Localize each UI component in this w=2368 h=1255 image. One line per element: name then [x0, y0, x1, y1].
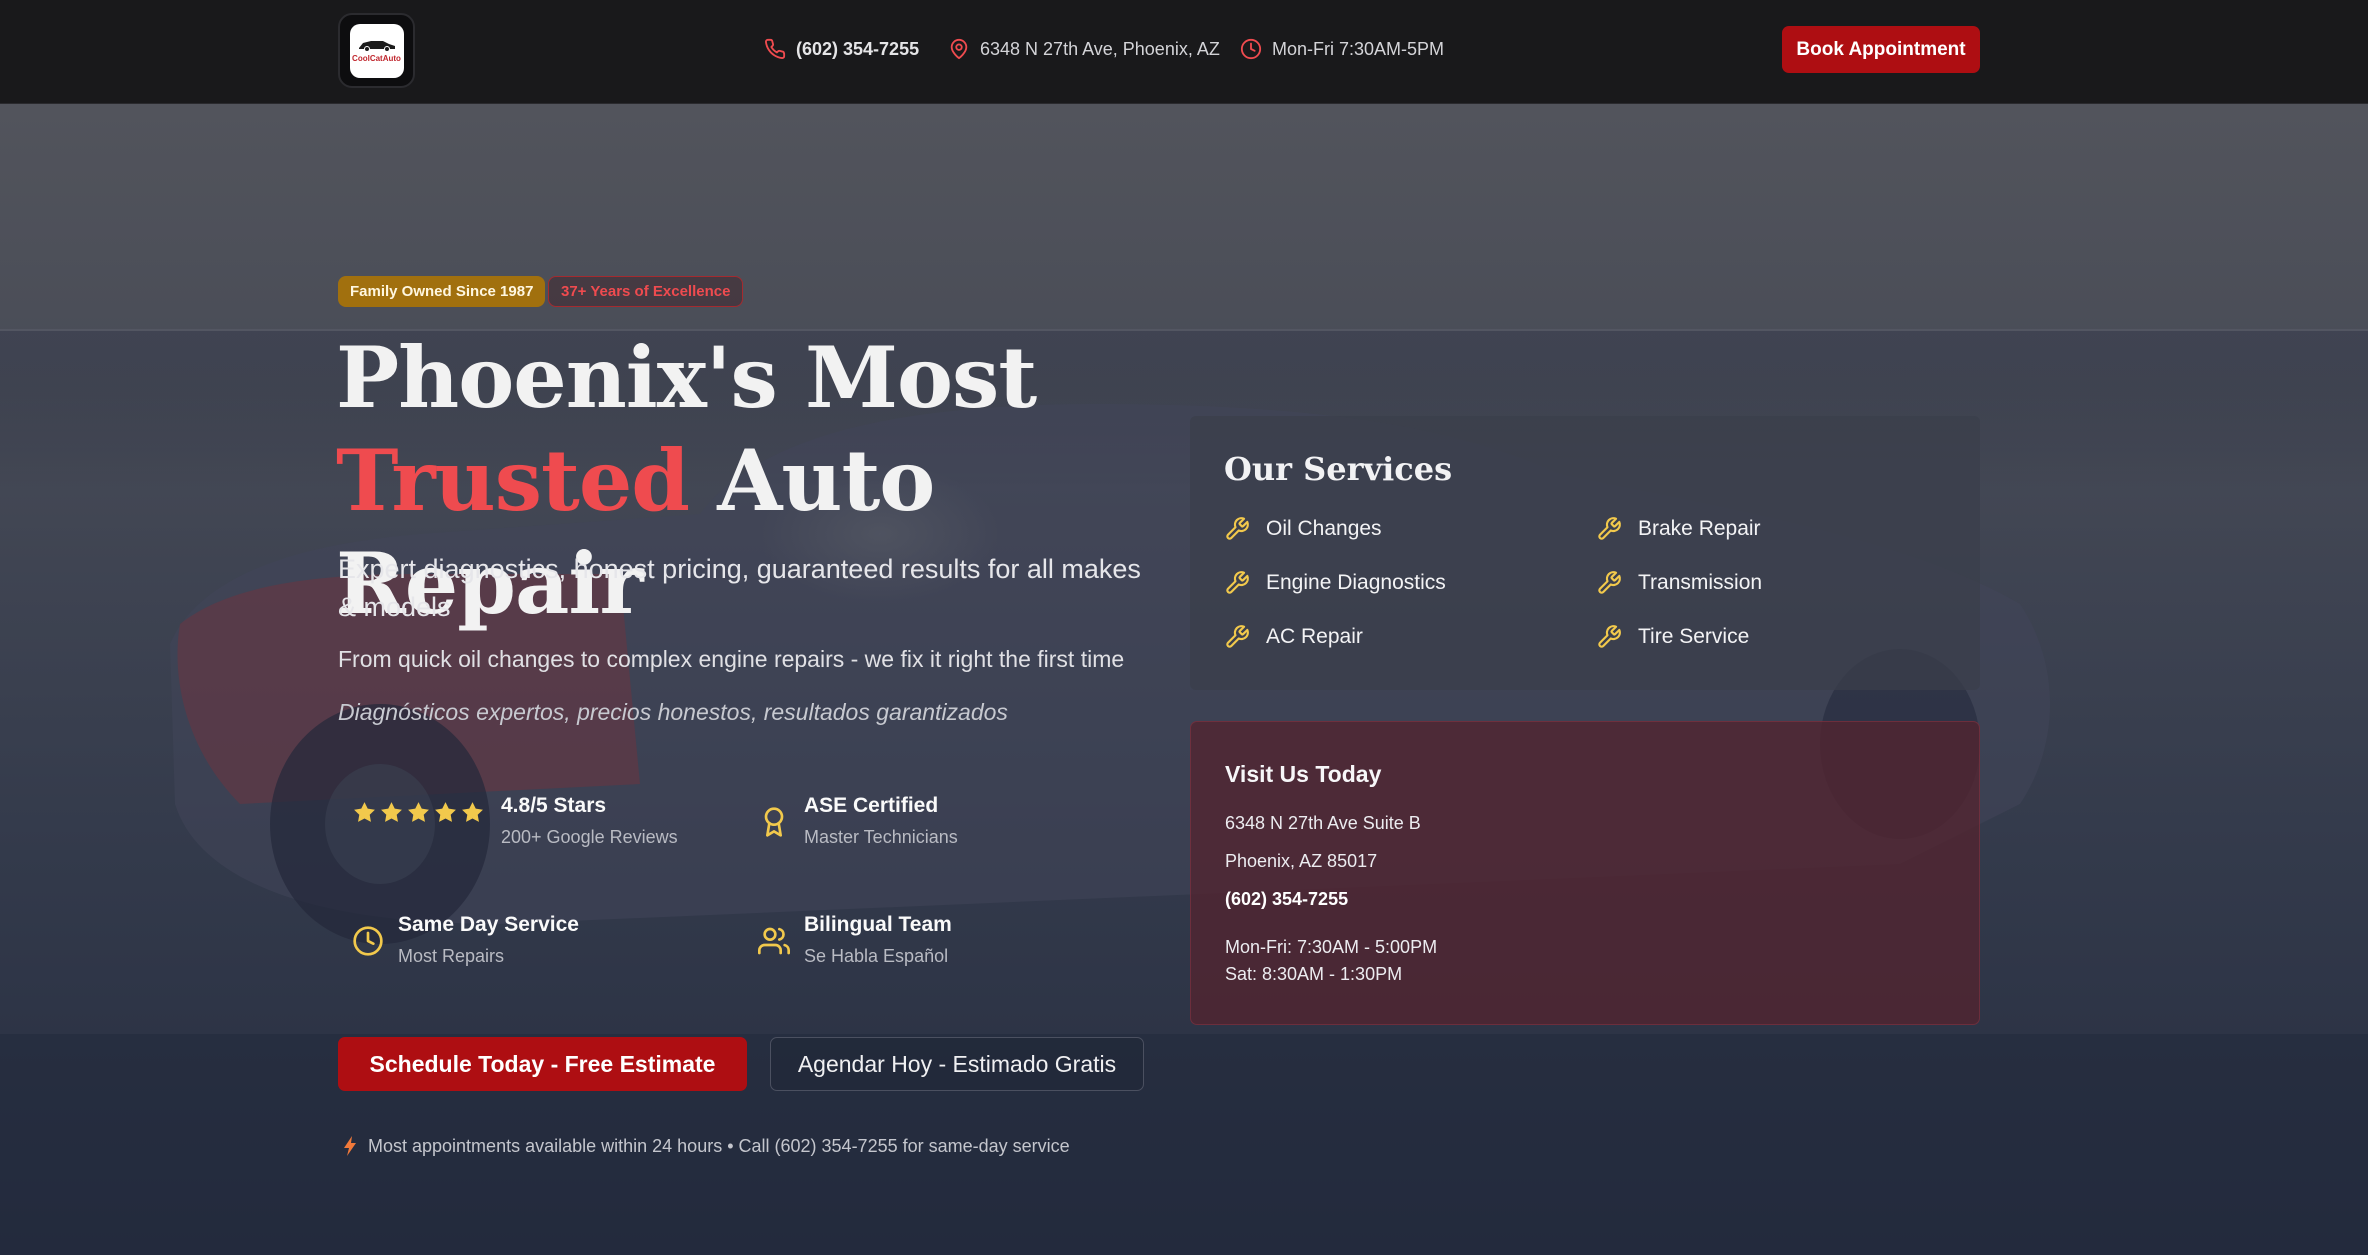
hero-tagline: From quick oil changes to complex engine…: [338, 646, 1125, 672]
wrench-icon: [1598, 517, 1621, 540]
service-label: Oil Changes: [1266, 517, 1382, 540]
header-phone[interactable]: (602) 354-7255: [764, 34, 919, 64]
availability-notice-text: Most appointments available within 24 ho…: [368, 1135, 1070, 1156]
award-icon: [764, 807, 784, 837]
hero-section: Family Owned Since 1987 37+ Years of Exc…: [0, 104, 2368, 1255]
services-panel: Our Services Oil Changes Brake Repair En…: [1190, 416, 1980, 690]
bilingual-subtitle: Se Habla Español: [804, 946, 949, 966]
service-item-ac-repair[interactable]: AC Repair: [1224, 624, 1363, 650]
visit-title: Visit Us Today: [1225, 761, 1382, 787]
header-address-text: 6348 N 27th Ave, Phoenix, AZ: [980, 38, 1220, 59]
same-day-title: Same Day Service: [398, 913, 579, 936]
star-icon: [408, 802, 429, 822]
visit-address-line1: 6348 N 27th Ave Suite B: [1225, 813, 1421, 833]
header-address: 6348 N 27th Ave, Phoenix, AZ: [948, 34, 1220, 64]
service-label: Engine Diagnostics: [1266, 571, 1446, 594]
family-owned-badge: Family Owned Since 1987: [338, 276, 546, 307]
feature-rating: 4.8/5 Stars 200+ Google Reviews: [352, 792, 678, 850]
service-item-transmission[interactable]: Transmission: [1596, 570, 1762, 596]
star-rating: [352, 800, 485, 825]
ase-title: ASE Certified: [804, 794, 939, 817]
hero-subtitle: Expert diagnostics, honest pricing, guar…: [338, 554, 1141, 622]
visit-address-line2: Phoenix, AZ 85017: [1225, 851, 1378, 871]
star-icon: [381, 802, 402, 822]
lightning-icon: [344, 1136, 356, 1156]
star-icon: [354, 802, 375, 822]
service-item-oil-changes[interactable]: Oil Changes: [1224, 516, 1382, 542]
years-excellence-badge: 37+ Years of Excellence: [548, 276, 744, 307]
clock-icon: [1240, 38, 1262, 60]
same-day-subtitle: Most Repairs: [398, 946, 505, 966]
hero-title-accent: Trusted: [336, 431, 690, 530]
service-item-tire-service[interactable]: Tire Service: [1596, 624, 1749, 650]
users-icon: [758, 927, 790, 955]
car-logo-icon: [358, 41, 395, 52]
map-pin-icon: [950, 38, 968, 60]
feature-same-day: Same Day Service Most Repairs: [352, 911, 579, 969]
clock-icon: [353, 926, 383, 956]
visit-hours-saturday: Sat: 8:30AM - 1:30PM: [1225, 964, 1403, 984]
wrench-icon: [1226, 517, 1249, 540]
availability-notice: Most appointments available within 24 ho…: [342, 1135, 1070, 1157]
rating-subtitle: 200+ Google Reviews: [501, 827, 678, 847]
wrench-icon: [1226, 625, 1249, 648]
schedule-free-estimate-button[interactable]: Schedule Today - Free Estimate: [338, 1037, 747, 1091]
bilingual-title: Bilingual Team: [804, 913, 952, 936]
hero-title-line1: Phoenix's Most: [336, 328, 1037, 427]
ase-subtitle: Master Technicians: [804, 827, 958, 847]
header-phone-text: (602) 354-7255: [796, 38, 920, 59]
logo-text: CoolCatAuto: [352, 54, 401, 63]
service-label: AC Repair: [1266, 625, 1363, 648]
services-title: Our Services: [1224, 450, 1453, 488]
agendar-hoy-button[interactable]: Agendar Hoy - Estimado Gratis: [770, 1037, 1144, 1091]
wrench-icon: [1598, 625, 1621, 648]
site-header: CoolCatAuto (602) 354-7255 6348 N 27th A…: [0, 0, 2368, 104]
service-item-brake-repair[interactable]: Brake Repair: [1596, 516, 1761, 542]
service-label: Transmission: [1638, 571, 1763, 594]
logo-badge: CoolCatAuto: [349, 23, 404, 78]
header-hours: Mon-Fri 7:30AM-5PM: [1240, 34, 1444, 64]
wrench-icon: [1226, 571, 1249, 594]
service-label: Tire Service: [1638, 625, 1750, 648]
logo[interactable]: CoolCatAuto: [338, 13, 415, 88]
star-icon: [462, 802, 483, 822]
service-item-engine-diagnostics[interactable]: Engine Diagnostics: [1224, 570, 1446, 596]
visit-phone[interactable]: (602) 354-7255: [1225, 889, 1348, 910]
hero-spanish-tagline: Diagnósticos expertos, precios honestos,…: [338, 699, 1008, 725]
header-hours-text: Mon-Fri 7:30AM-5PM: [1272, 38, 1445, 59]
phone-icon: [765, 38, 786, 59]
visit-us-panel: Visit Us Today 6348 N 27th Ave Suite B P…: [1190, 721, 1980, 1025]
star-icon: [435, 802, 456, 822]
rating-title: 4.8/5 Stars: [501, 794, 607, 817]
visit-hours-weekday: Mon-Fri: 7:30AM - 5:00PM: [1225, 937, 1438, 957]
feature-ase-certified: ASE Certified Master Technicians: [758, 792, 958, 850]
feature-bilingual: Bilingual Team Se Habla Español: [758, 911, 952, 969]
book-appointment-button[interactable]: Book Appointment: [1782, 26, 1980, 73]
wrench-icon: [1598, 571, 1621, 594]
service-label: Brake Repair: [1638, 517, 1761, 540]
